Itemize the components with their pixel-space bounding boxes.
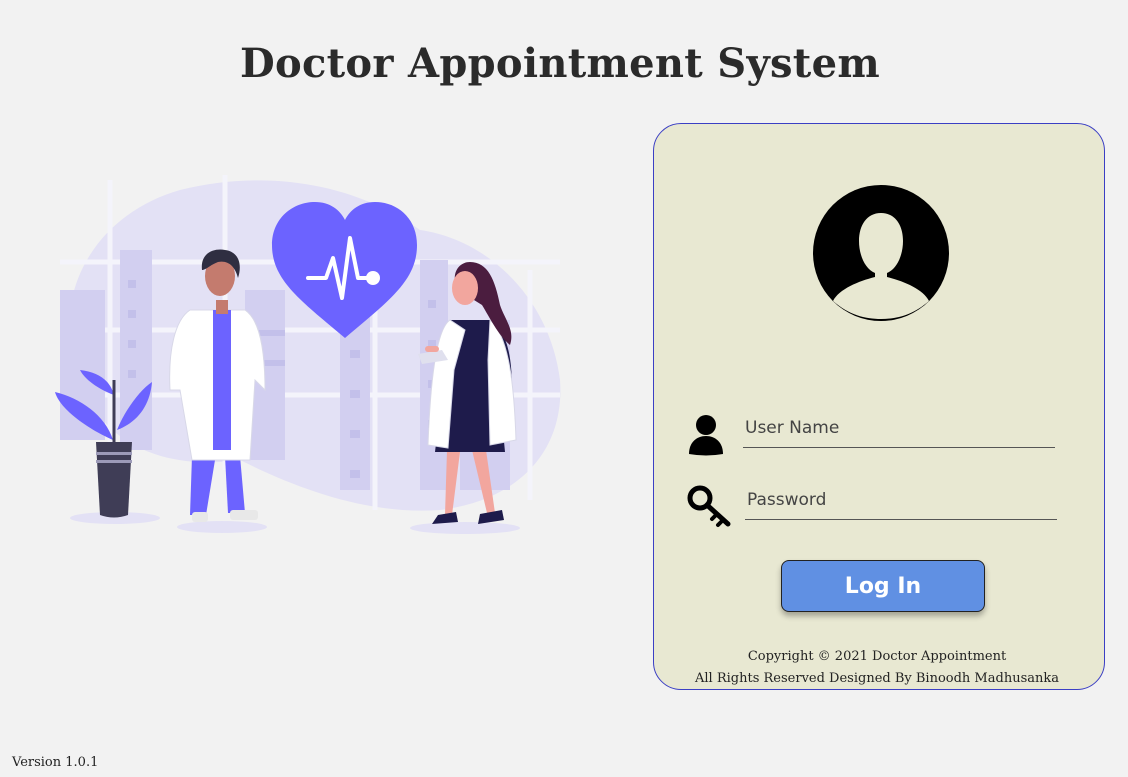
page-title: Doctor Appointment System (240, 40, 880, 87)
user-avatar-icon (813, 185, 949, 321)
password-input[interactable] (745, 486, 1057, 520)
login-button[interactable]: Log In (781, 560, 985, 612)
copyright-footer: Copyright © 2021 Doctor Appointment All … (654, 646, 1100, 690)
username-input[interactable] (743, 414, 1055, 448)
doctors-illustration (55, 175, 561, 534)
copyright-line: Copyright © 2021 Doctor Appointment (747, 649, 1007, 664)
user-icon (689, 415, 723, 456)
credits-line: All Rights Reserved Designed By Binoodh … (695, 671, 1059, 686)
version-label: Version 1.0.1 (12, 755, 99, 770)
key-icon (687, 485, 731, 527)
login-card: Log In Copyright © 2021 Doctor Appointme… (653, 123, 1105, 690)
